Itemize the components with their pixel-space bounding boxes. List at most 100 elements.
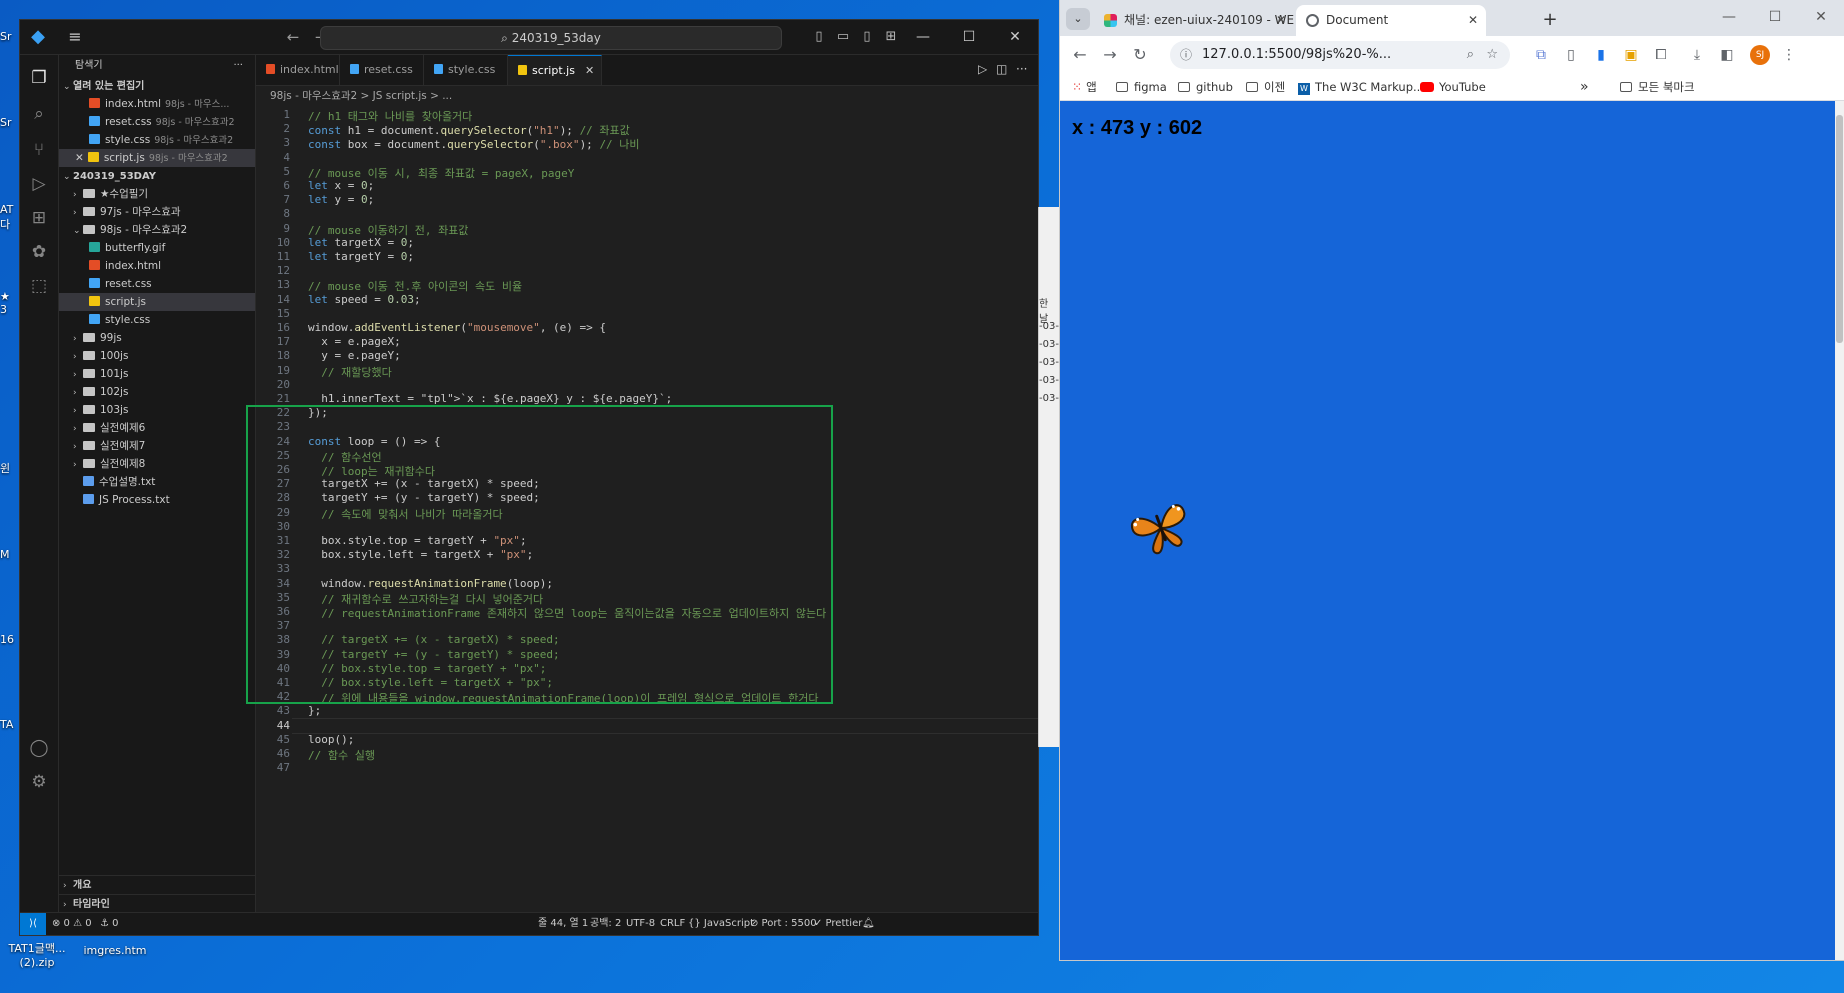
- code-line[interactable]: let targetX = 0;: [308, 236, 414, 249]
- toggle-secondary-sidebar-icon[interactable]: ▯: [858, 27, 876, 47]
- ports-indicator[interactable]: ⚓ 0: [100, 913, 119, 935]
- bookmark-link[interactable]: YouTube: [1420, 74, 1486, 100]
- address-bar[interactable]: ⓘ 127.0.0.1:5500/98js%20-%... ⌕ ☆: [1170, 41, 1510, 69]
- tree-file[interactable]: style.css: [59, 311, 255, 329]
- menu-icon[interactable]: ≡: [64, 26, 86, 48]
- workspace-section[interactable]: ⌄ 240319_53DAY: [59, 167, 255, 185]
- tab-reset-css[interactable]: reset.css: [340, 55, 424, 85]
- split-editor-icon[interactable]: ◫: [996, 62, 1007, 76]
- minimize-icon[interactable]: —: [1706, 0, 1752, 34]
- back-arrow-icon[interactable]: ←: [282, 26, 304, 48]
- tab-index-html[interactable]: index.html: [256, 55, 340, 85]
- close-icon[interactable]: ✕: [585, 64, 594, 77]
- scrollbar-thumb[interactable]: [1836, 115, 1843, 343]
- open-editor-item[interactable]: style.css 98js - 마우스효과2: [59, 131, 255, 149]
- live-server-port[interactable]: ⊘ Port : 5500: [750, 913, 817, 935]
- forward-arrow-icon[interactable]: →: [1098, 44, 1122, 66]
- command-center-search[interactable]: ⌕ 240319_53day: [320, 26, 782, 50]
- bookmark-link[interactable]: W The W3C Markup...: [1298, 74, 1424, 100]
- tree-folder[interactable]: › 99js: [59, 329, 255, 347]
- code-line[interactable]: };: [308, 704, 321, 717]
- side-panel-icon[interactable]: ◧: [1716, 45, 1738, 65]
- bookmark-folder[interactable]: 이젠: [1246, 74, 1285, 100]
- notifications-bell-icon[interactable]: 🔔︎: [862, 913, 875, 935]
- problems-indicator[interactable]: ⊗ 0 ⚠ 0: [52, 913, 92, 935]
- remote-indicator-icon[interactable]: ⟩⟨: [20, 913, 46, 935]
- tree-file-selected[interactable]: script.js: [59, 293, 255, 311]
- code-line[interactable]: // 재할당했다: [308, 364, 391, 380]
- download-icon[interactable]: ⤓: [1686, 45, 1708, 65]
- tree-folder[interactable]: › 실전예제8: [59, 455, 255, 473]
- desktop-icon-htm[interactable]: imgres.htm: [80, 944, 150, 957]
- site-info-icon[interactable]: ⓘ: [1180, 41, 1192, 69]
- maximize-icon[interactable]: ☐: [1752, 0, 1798, 34]
- minimize-icon[interactable]: —: [900, 20, 946, 54]
- extension-icon[interactable]: ▮: [1590, 45, 1612, 65]
- tree-file[interactable]: butterfly.gif: [59, 239, 255, 257]
- run-debug-icon[interactable]: ▷: [26, 171, 52, 197]
- close-icon[interactable]: ✕: [1798, 0, 1844, 34]
- tree-file[interactable]: JS Process.txt: [59, 491, 255, 509]
- toggle-panel-icon[interactable]: ▭: [834, 27, 852, 47]
- code-line[interactable]: let targetY = 0;: [308, 250, 414, 263]
- tree-folder[interactable]: › 97js - 마우스효과: [59, 203, 255, 221]
- timeline-section[interactable]: › 타임라인: [59, 894, 255, 913]
- new-tab-icon[interactable]: +: [1538, 8, 1562, 32]
- tree-folder-open[interactable]: ⌄ 98js - 마우스효과2: [59, 221, 255, 239]
- code-line[interactable]: loop();: [308, 733, 354, 746]
- prettier-status[interactable]: ✓ Prettier: [814, 913, 862, 935]
- search-icon[interactable]: ⌕: [26, 101, 52, 127]
- chrome-tab-slack[interactable]: 채널: ezen-uiux-240109 - WEB ✕: [1094, 5, 1294, 36]
- bookmark-star-icon[interactable]: ☆: [1486, 41, 1498, 69]
- code-line[interactable]: const box = document.querySelector(".box…: [308, 136, 640, 152]
- close-tab-icon[interactable]: ✕: [1468, 5, 1478, 36]
- remote-explorer-icon[interactable]: ⬚: [26, 273, 52, 299]
- open-editor-item[interactable]: reset.css 98js - 마우스효과2: [59, 113, 255, 131]
- extensions-icon[interactable]: ⊞: [26, 205, 52, 231]
- tab-style-css[interactable]: style.css: [424, 55, 508, 85]
- profile-avatar[interactable]: SJ: [1750, 45, 1770, 65]
- encoding[interactable]: UTF-8: [626, 913, 655, 935]
- back-arrow-icon[interactable]: ←: [1068, 44, 1092, 66]
- desktop-icon-zip[interactable]: TAT1글맥... (2).zip: [2, 940, 72, 969]
- code-line[interactable]: window.addEventListener("mousemove", (e)…: [308, 321, 606, 334]
- more-bookmarks-chevron-icon[interactable]: »: [1580, 74, 1589, 100]
- tree-folder[interactable]: › 실전예제7: [59, 437, 255, 455]
- bookmark-apps[interactable]: ⁙ 앱: [1072, 74, 1097, 100]
- tree-folder[interactable]: › 103js: [59, 401, 255, 419]
- language-mode[interactable]: {} JavaScript: [688, 913, 754, 935]
- close-icon[interactable]: ✕: [75, 152, 84, 164]
- tree-file[interactable]: index.html: [59, 257, 255, 275]
- tree-folder[interactable]: › 실전예제6: [59, 419, 255, 437]
- explorer-icon[interactable]: ❐: [26, 65, 52, 91]
- extension-icon[interactable]: ⧉: [1530, 45, 1552, 65]
- source-control-icon[interactable]: ⑂: [26, 137, 52, 163]
- figma-icon[interactable]: ✿: [26, 239, 52, 265]
- bookmark-folder[interactable]: figma: [1116, 74, 1167, 100]
- extensions-puzzle-icon[interactable]: ⧠: [1650, 45, 1672, 65]
- chrome-tab-document[interactable]: Document ✕: [1296, 5, 1486, 36]
- bookmark-folder[interactable]: github: [1178, 74, 1233, 100]
- tree-folder[interactable]: › 101js: [59, 365, 255, 383]
- tree-file[interactable]: 수업설명.txt: [59, 473, 255, 491]
- code-line[interactable]: let y = 0;: [308, 193, 374, 206]
- open-editor-item[interactable]: index.html 98js - 마우스...: [59, 95, 255, 113]
- more-actions-icon[interactable]: ···: [1016, 62, 1027, 76]
- cursor-position[interactable]: 줄 44, 열 1: [538, 913, 588, 935]
- indentation[interactable]: 공백: 2: [590, 913, 621, 935]
- reload-icon[interactable]: ↻: [1128, 44, 1152, 66]
- extension-icon[interactable]: ▯: [1560, 45, 1582, 65]
- chrome-menu-icon[interactable]: ⋮: [1778, 45, 1800, 65]
- more-actions-icon[interactable]: ···: [233, 55, 243, 77]
- code-line[interactable]: let speed = 0.03;: [308, 293, 421, 306]
- code-line[interactable]: let x = 0;: [308, 179, 374, 192]
- outline-section[interactable]: › 개요: [59, 875, 255, 894]
- toggle-sidebar-icon[interactable]: ▯: [810, 27, 828, 47]
- all-bookmarks[interactable]: 모든 북마크: [1620, 74, 1695, 100]
- tree-folder[interactable]: › 100js: [59, 347, 255, 365]
- tab-script-js[interactable]: script.js ✕: [508, 55, 602, 85]
- code-line[interactable]: y = e.pageY;: [308, 349, 400, 362]
- run-icon[interactable]: ▷: [978, 62, 987, 76]
- tab-search-chevron-icon[interactable]: ⌄: [1066, 8, 1090, 30]
- tree-folder[interactable]: › 102js: [59, 383, 255, 401]
